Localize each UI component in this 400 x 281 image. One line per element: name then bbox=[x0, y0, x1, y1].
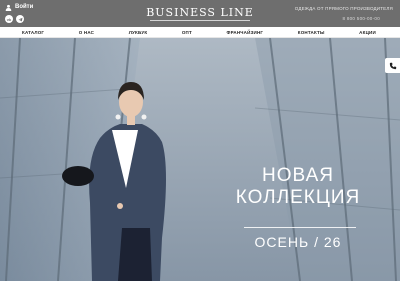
hero-divider bbox=[244, 227, 356, 228]
header-phone[interactable]: 8 800 500-00-00 bbox=[342, 16, 380, 21]
hero-headline-line1: НОВАЯ bbox=[262, 165, 334, 186]
hero-banner[interactable]: НОВАЯ КОЛЛЕКЦИЯ ОСЕНЬ / 26 bbox=[0, 38, 400, 281]
hero-headline-line2: КОЛЛЕКЦИЯ bbox=[235, 187, 361, 208]
nav-item-contacts[interactable]: КОНТАКТЫ bbox=[298, 30, 325, 35]
nav-item-catalog[interactable]: КАТАЛОГ bbox=[22, 30, 44, 35]
nav-item-about[interactable]: О НАС bbox=[79, 30, 94, 35]
nav-item-sales[interactable]: АКЦИИ bbox=[359, 30, 376, 35]
header-tagline: ОДЕЖДА ОТ ПРЯМОГО ПРОИЗВОДИТЕЛЯ bbox=[294, 6, 393, 11]
call-button[interactable] bbox=[385, 58, 400, 73]
nav-item-wholesale[interactable]: ОПТ bbox=[182, 30, 192, 35]
hero-headline: НОВАЯ КОЛЛЕКЦИЯ bbox=[228, 165, 368, 209]
main-nav: КАТАЛОГ О НАС ЛУКБУК ОПТ ФРАНЧАЙЗИНГ КОН… bbox=[0, 27, 400, 38]
nav-item-lookbook[interactable]: ЛУКБУК bbox=[129, 30, 148, 35]
nav-item-franchise[interactable]: ФРАНЧАЙЗИНГ bbox=[227, 30, 264, 35]
hero-season: ОСЕНЬ / 26 bbox=[254, 234, 342, 250]
logo-underline bbox=[150, 20, 250, 21]
top-header: Войти vk BUSINESS LINE ОДЕЖДА ОТ ПРЯМОГО… bbox=[0, 0, 400, 27]
phone-icon bbox=[389, 62, 396, 69]
